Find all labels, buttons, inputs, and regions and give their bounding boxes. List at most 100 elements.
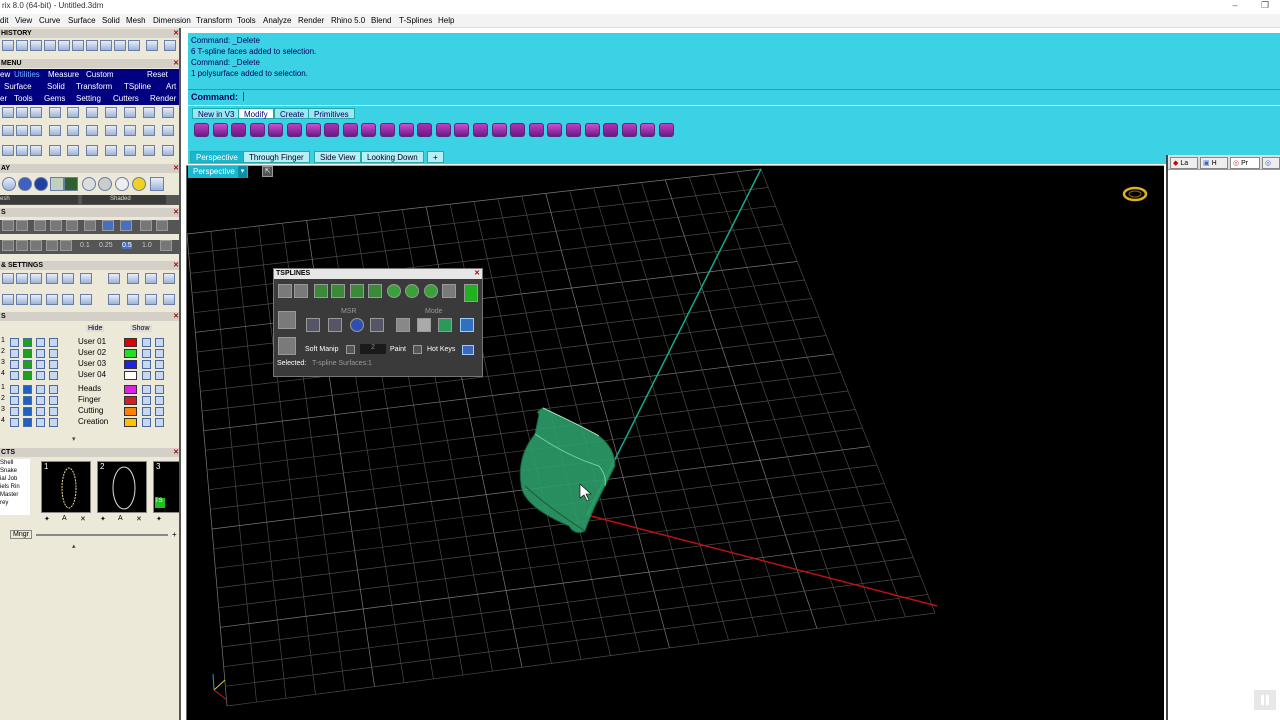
tab-side-view[interactable]: Side View	[314, 151, 362, 163]
menu-user[interactable]: er	[0, 94, 7, 103]
tool-icon[interactable]	[30, 145, 42, 156]
layer-icon[interactable]	[155, 407, 164, 416]
menu-gems[interactable]: Gems	[44, 94, 65, 103]
layer-icon[interactable]	[49, 338, 58, 347]
snap-value[interactable]: 0.25	[99, 242, 113, 249]
menu-art[interactable]: Art	[166, 82, 176, 91]
menu-tab-view[interactable]: ew	[0, 70, 10, 79]
modify-tool-icon[interactable]	[231, 123, 247, 137]
layer-icon[interactable]	[36, 371, 45, 380]
snap-icon[interactable]	[34, 220, 46, 231]
ts-tool-icon[interactable]	[368, 284, 382, 298]
material-icon[interactable]	[115, 177, 129, 191]
settings-icon[interactable]	[80, 273, 92, 284]
settings-icon[interactable]	[2, 273, 14, 284]
modify-tool-icon[interactable]	[547, 123, 563, 137]
layers-scroll-down-icon[interactable]: ▾	[72, 435, 76, 443]
layer-color-swatch[interactable]	[124, 407, 137, 416]
viewport-maximize-icon[interactable]: ⇱	[262, 166, 273, 177]
maximize-button[interactable]: ❐	[1252, 0, 1278, 12]
pause-icon[interactable]	[1254, 690, 1276, 710]
layer-icon[interactable]	[155, 418, 164, 427]
tool-icon[interactable]	[67, 107, 79, 118]
menu-view[interactable]: View	[15, 16, 32, 25]
tool-icon[interactable]	[143, 107, 155, 118]
layer-lock-icon[interactable]	[10, 396, 19, 405]
tool-icon[interactable]	[124, 107, 136, 118]
back-arrow-icon[interactable]	[146, 40, 158, 51]
close-icon[interactable]: ✕	[173, 208, 179, 217]
thumb-a-icon[interactable]: A	[118, 515, 123, 522]
layer-icon[interactable]	[49, 349, 58, 358]
sphere-shaded-icon[interactable]	[18, 177, 32, 191]
menu-tsplines[interactable]: T-Splines	[399, 16, 432, 25]
scroll-handle-icon[interactable]: ▴	[72, 542, 76, 550]
tab-help[interactable]: ▣ H	[1200, 157, 1228, 169]
layer-icon[interactable]	[142, 371, 151, 380]
menu-render[interactable]: Render	[298, 16, 324, 25]
tool-icon[interactable]	[67, 125, 79, 136]
layer-icon[interactable]	[155, 338, 164, 347]
layer-color-swatch[interactable]	[124, 371, 137, 380]
layer-color-swatch[interactable]	[124, 338, 137, 347]
soft-manip-value[interactable]: 2	[360, 344, 386, 354]
menu-edit[interactable]: dit	[0, 16, 8, 25]
object-item[interactable]: ial Job	[0, 475, 30, 483]
layer-icon[interactable]	[36, 338, 45, 347]
settings-icon[interactable]	[145, 273, 157, 284]
close-icon[interactable]: ✕	[173, 29, 179, 38]
snap-value[interactable]: 0.5	[122, 242, 132, 249]
layer-icon[interactable]	[155, 360, 164, 369]
settings-icon[interactable]	[163, 273, 175, 284]
layer-row[interactable]: 1 User 01	[0, 337, 179, 348]
layer-visible-icon[interactable]	[23, 418, 32, 427]
tool-icon[interactable]	[2, 107, 14, 118]
add-viewport-tab-button[interactable]: +	[427, 151, 444, 163]
ghosted-icon[interactable]	[64, 177, 78, 191]
ts-transform-icon[interactable]	[278, 337, 296, 355]
add-icon[interactable]: +	[172, 530, 177, 539]
layer-row[interactable]: 3 User 03	[0, 359, 179, 370]
layer-icon[interactable]	[142, 338, 151, 347]
history-tool-icon[interactable]	[58, 40, 70, 51]
menu-transform[interactable]: Transform	[76, 82, 112, 91]
snap-icon[interactable]	[120, 220, 132, 231]
ts-tool-icon[interactable]	[442, 284, 456, 298]
layer-color-swatch[interactable]	[124, 385, 137, 394]
tab-perspective[interactable]: Perspective	[190, 151, 244, 163]
object-item[interactable]: Snake	[0, 467, 30, 475]
mode-green-icon[interactable]	[438, 318, 452, 332]
thumb-star-icon[interactable]: ✦	[100, 515, 106, 523]
menu-tab-reset[interactable]: Reset	[147, 70, 168, 79]
settings-icon[interactable]	[62, 294, 74, 305]
history-tool-icon[interactable]	[16, 40, 28, 51]
modify-tool-icon[interactable]	[621, 123, 637, 137]
close-icon[interactable]: ✕	[173, 312, 179, 321]
ts-tool-icon[interactable]	[294, 284, 308, 298]
tool-icon[interactable]	[67, 145, 79, 156]
close-icon[interactable]: ✕	[173, 164, 179, 173]
layer-icon[interactable]	[36, 418, 45, 427]
object-item[interactable]: Shell	[0, 459, 30, 467]
menu-surface[interactable]: Surface	[4, 82, 32, 91]
close-icon[interactable]: ✕	[173, 448, 179, 457]
layer-icon[interactable]	[142, 407, 151, 416]
layer-row[interactable]: 4 Creation	[0, 417, 179, 428]
ts-grid-icon[interactable]	[314, 284, 328, 298]
menu-mesh[interactable]: Mesh	[126, 16, 146, 25]
layer-icon[interactable]	[49, 418, 58, 427]
ts-sphere-icon[interactable]	[387, 284, 401, 298]
layer-icon[interactable]	[49, 385, 58, 394]
modify-tool-icon[interactable]	[566, 123, 581, 137]
layer-visible-icon[interactable]	[23, 385, 32, 394]
layer-icon[interactable]	[155, 371, 164, 380]
settings-icon[interactable]	[62, 273, 74, 284]
snap-icon[interactable]	[16, 220, 28, 231]
tab-new-in-v3[interactable]: New in V3	[192, 108, 241, 119]
menu-analyze[interactable]: Analyze	[263, 16, 291, 25]
xray-icon[interactable]	[50, 177, 64, 191]
modify-tool-icon[interactable]	[305, 123, 321, 137]
layer-row[interactable]: 3 Cutting	[0, 406, 179, 417]
object-item[interactable]: iels Rin	[0, 483, 30, 491]
layers-show-button[interactable]: Show	[130, 325, 152, 332]
